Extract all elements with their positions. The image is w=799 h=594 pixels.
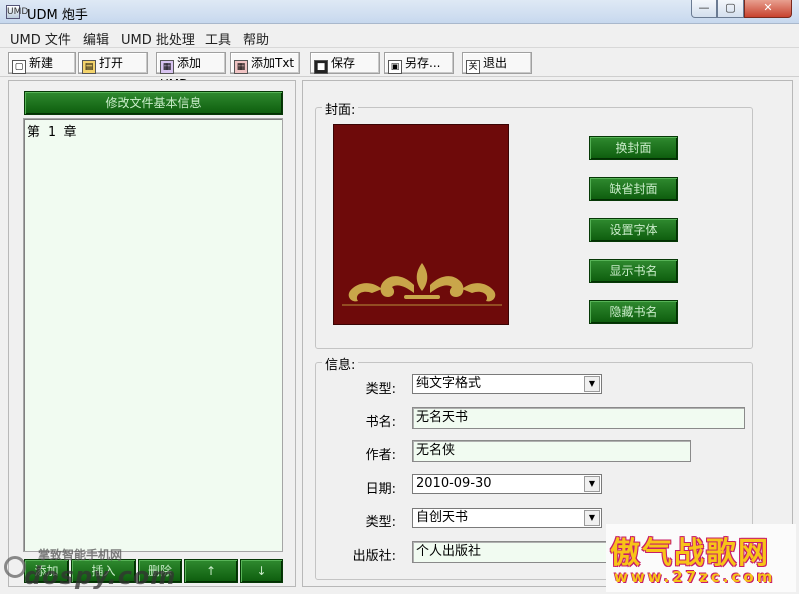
cover-group-label: 封面: — [322, 99, 359, 118]
open-label: 打开 — [99, 56, 124, 70]
27zc-watermark: 傲气战歌网 www.27zc.com — [606, 524, 796, 592]
chevron-down-icon: ▼ — [584, 476, 600, 492]
book-info-panel: 封面: 换封面 缺省封面 设置字体 显示书名 隐藏书名 信息: 类型: 纯文字格… — [302, 80, 793, 587]
author-input[interactable]: 无名侠 — [412, 440, 691, 462]
exit-icon: 关 — [466, 60, 480, 74]
format-type-value: 纯文字格式 — [416, 376, 482, 391]
save-as-icon: ▣ — [388, 60, 402, 74]
add-txt-button[interactable]: ▦ 添加Txt — [230, 52, 300, 74]
open-folder-icon: ▤ — [82, 60, 96, 74]
save-as-label: 另存... — [405, 56, 441, 70]
minimize-button[interactable]: — — [691, 0, 717, 18]
cover-ornament-icon — [342, 263, 502, 306]
change-cover-button[interactable]: 换封面 — [589, 136, 678, 160]
27zc-watermark-url: www.27zc.com — [614, 568, 776, 586]
menu-bar: UMD 文件 编辑 UMD 批处理 工具 帮助 — [0, 26, 799, 48]
menu-help[interactable]: 帮助 — [243, 29, 269, 48]
set-font-button[interactable]: 设置字体 — [589, 218, 678, 242]
menu-edit[interactable]: 编辑 — [83, 29, 109, 48]
menu-umd-batch[interactable]: UMD 批处理 — [121, 29, 195, 48]
cover-group: 封面: 换封面 缺省封面 设置字体 显示书名 隐藏书名 — [315, 99, 753, 349]
new-button[interactable]: ▢ 新建 — [8, 52, 76, 74]
category-label: 类型: — [365, 515, 396, 530]
27zc-watermark-cn: 傲气战歌网 — [610, 536, 770, 571]
menu-tools[interactable]: 工具 — [205, 29, 231, 48]
move-up-button[interactable]: ↑ — [184, 559, 238, 583]
chapter-list[interactable]: 第 1 章 — [23, 118, 283, 552]
list-item[interactable]: 第 1 章 — [27, 121, 76, 140]
add-txt-icon: ▦ — [234, 60, 248, 74]
maximize-button[interactable]: ▢ — [717, 0, 744, 18]
add-umd-button[interactable]: ▦添加UMD — [156, 52, 226, 91]
close-button[interactable]: ✕ — [744, 0, 792, 18]
publisher-label: 出版社: — [352, 549, 396, 564]
window-title: UDM 炮手 — [27, 8, 88, 23]
dospy-logo-icon — [4, 556, 26, 578]
book-title-input[interactable]: 无名天书 — [412, 407, 745, 429]
hide-title-button[interactable]: 隐藏书名 — [589, 300, 678, 324]
default-cover-button[interactable]: 缺省封面 — [589, 177, 678, 201]
cover-image — [333, 124, 509, 325]
save-as-button[interactable]: ▣ 另存... — [384, 52, 454, 74]
info-group-label: 信息: — [322, 354, 359, 373]
book-title-label: 书名: — [365, 415, 396, 430]
toolbar: ▢新建 ▤打开 ▦添加UMD ▦添加Txt ■保存 ▣另存... 关退出 — [0, 49, 799, 91]
chapter-panel: 修改文件基本信息 第 1 章 添加 插入 删除 ↑ ↓ — [8, 80, 296, 587]
exit-label: 退出 — [483, 56, 508, 70]
category-value: 自创天书 — [416, 510, 469, 525]
dospy-watermark-cn: 掌致智能手机网 — [38, 548, 123, 562]
date-label: 日期: — [365, 482, 396, 497]
title-bar: UMD UDM 炮手 — ▢ ✕ — [0, 0, 799, 24]
add-txt-label: 添加Txt — [251, 56, 295, 70]
author-label: 作者: — [365, 448, 396, 463]
add-umd-icon: ▦ — [160, 60, 174, 74]
date-value: 2010-09-30 — [416, 476, 492, 491]
exit-button[interactable]: 关退出 — [462, 52, 532, 74]
move-down-button[interactable]: ↓ — [240, 559, 283, 583]
format-type-select[interactable]: 纯文字格式 ▼ — [412, 374, 602, 394]
new-label: 新建 — [29, 56, 54, 70]
chevron-down-icon: ▼ — [584, 510, 600, 526]
edit-file-info-button[interactable]: 修改文件基本信息 — [24, 91, 283, 115]
date-picker[interactable]: 2010-09-30 ▼ — [412, 474, 602, 494]
category-select[interactable]: 自创天书 ▼ — [412, 508, 602, 528]
dospy-watermark: 掌致智能手机网 dospy.com — [2, 546, 175, 592]
dospy-watermark-en: dospy.com — [24, 562, 177, 590]
save-label: 保存 — [331, 56, 356, 70]
app-icon: UMD — [6, 5, 29, 19]
show-title-button[interactable]: 显示书名 — [589, 259, 678, 283]
menu-umd-file[interactable]: UMD 文件 — [10, 29, 71, 48]
new-file-icon: ▢ — [12, 60, 26, 74]
save-icon: ■ — [314, 60, 328, 74]
publisher-input[interactable]: 个人出版社 — [412, 541, 622, 563]
chevron-down-icon: ▼ — [584, 376, 600, 392]
save-button[interactable]: ■ 保存 — [310, 52, 380, 74]
format-type-label: 类型: — [365, 382, 396, 397]
open-button[interactable]: ▤ 打开 — [78, 52, 148, 74]
